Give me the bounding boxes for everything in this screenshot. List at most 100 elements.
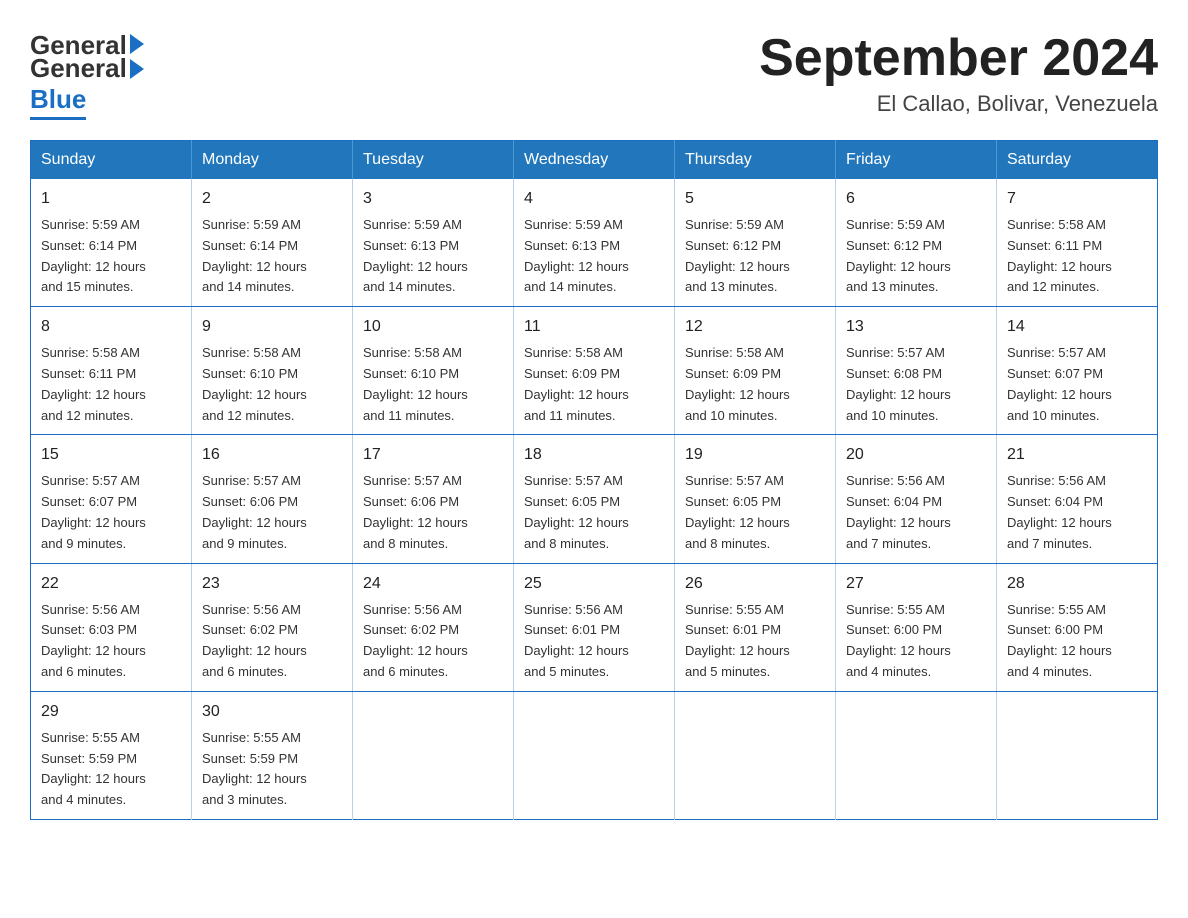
day-info: Sunrise: 5:56 AMSunset: 6:03 PMDaylight:…: [41, 602, 146, 679]
table-row: 21 Sunrise: 5:56 AMSunset: 6:04 PMDaylig…: [997, 435, 1158, 563]
table-row: [353, 691, 514, 819]
table-row: 14 Sunrise: 5:57 AMSunset: 6:07 PMDaylig…: [997, 307, 1158, 435]
day-info: Sunrise: 5:57 AMSunset: 6:06 PMDaylight:…: [202, 473, 307, 550]
table-row: 25 Sunrise: 5:56 AMSunset: 6:01 PMDaylig…: [514, 563, 675, 691]
header-wednesday: Wednesday: [514, 141, 675, 180]
header-saturday: Saturday: [997, 141, 1158, 180]
day-number: 10: [363, 315, 503, 339]
day-number: 3: [363, 187, 503, 211]
table-row: 18 Sunrise: 5:57 AMSunset: 6:05 PMDaylig…: [514, 435, 675, 563]
table-row: 24 Sunrise: 5:56 AMSunset: 6:02 PMDaylig…: [353, 563, 514, 691]
day-number: 24: [363, 572, 503, 596]
table-row: 6 Sunrise: 5:59 AMSunset: 6:12 PMDayligh…: [836, 179, 997, 307]
header-thursday: Thursday: [675, 141, 836, 180]
table-row: 10 Sunrise: 5:58 AMSunset: 6:10 PMDaylig…: [353, 307, 514, 435]
table-row: 30 Sunrise: 5:55 AMSunset: 5:59 PMDaylig…: [192, 691, 353, 819]
calendar-subtitle: El Callao, Bolivar, Venezuela: [759, 91, 1158, 117]
day-number: 9: [202, 315, 342, 339]
table-row: 16 Sunrise: 5:57 AMSunset: 6:06 PMDaylig…: [192, 435, 353, 563]
table-row: 7 Sunrise: 5:58 AMSunset: 6:11 PMDayligh…: [997, 179, 1158, 307]
day-number: 23: [202, 572, 342, 596]
day-number: 7: [1007, 187, 1147, 211]
day-info: Sunrise: 5:56 AMSunset: 6:02 PMDaylight:…: [363, 602, 468, 679]
table-row: 3 Sunrise: 5:59 AMSunset: 6:13 PMDayligh…: [353, 179, 514, 307]
day-info: Sunrise: 5:55 AMSunset: 5:59 PMDaylight:…: [202, 730, 307, 807]
table-row: 22 Sunrise: 5:56 AMSunset: 6:03 PMDaylig…: [31, 563, 192, 691]
day-info: Sunrise: 5:56 AMSunset: 6:02 PMDaylight:…: [202, 602, 307, 679]
table-row: 4 Sunrise: 5:59 AMSunset: 6:13 PMDayligh…: [514, 179, 675, 307]
day-number: 20: [846, 443, 986, 467]
day-number: 28: [1007, 572, 1147, 596]
day-info: Sunrise: 5:57 AMSunset: 6:05 PMDaylight:…: [685, 473, 790, 550]
logo: General General Blue: [30, 30, 144, 120]
day-number: 1: [41, 187, 181, 211]
day-number: 21: [1007, 443, 1147, 467]
day-info: Sunrise: 5:56 AMSunset: 6:01 PMDaylight:…: [524, 602, 629, 679]
day-number: 15: [41, 443, 181, 467]
day-info: Sunrise: 5:55 AMSunset: 6:00 PMDaylight:…: [1007, 602, 1112, 679]
day-info: Sunrise: 5:55 AMSunset: 6:00 PMDaylight:…: [846, 602, 951, 679]
day-info: Sunrise: 5:58 AMSunset: 6:11 PMDaylight:…: [1007, 217, 1112, 294]
calendar-header-row: Sunday Monday Tuesday Wednesday Thursday…: [31, 141, 1158, 180]
table-row: 12 Sunrise: 5:58 AMSunset: 6:09 PMDaylig…: [675, 307, 836, 435]
day-number: 11: [524, 315, 664, 339]
day-number: 8: [41, 315, 181, 339]
table-row: [675, 691, 836, 819]
table-row: [836, 691, 997, 819]
header-monday: Monday: [192, 141, 353, 180]
week-row-3: 15 Sunrise: 5:57 AMSunset: 6:07 PMDaylig…: [31, 435, 1158, 563]
day-info: Sunrise: 5:57 AMSunset: 6:08 PMDaylight:…: [846, 345, 951, 422]
table-row: 19 Sunrise: 5:57 AMSunset: 6:05 PMDaylig…: [675, 435, 836, 563]
day-info: Sunrise: 5:59 AMSunset: 6:12 PMDaylight:…: [685, 217, 790, 294]
day-info: Sunrise: 5:57 AMSunset: 6:05 PMDaylight:…: [524, 473, 629, 550]
calendar-title: September 2024: [759, 30, 1158, 87]
day-number: 13: [846, 315, 986, 339]
day-number: 22: [41, 572, 181, 596]
table-row: 8 Sunrise: 5:58 AMSunset: 6:11 PMDayligh…: [31, 307, 192, 435]
week-row-4: 22 Sunrise: 5:56 AMSunset: 6:03 PMDaylig…: [31, 563, 1158, 691]
day-number: 6: [846, 187, 986, 211]
table-row: 1 Sunrise: 5:59 AMSunset: 6:14 PMDayligh…: [31, 179, 192, 307]
table-row: [997, 691, 1158, 819]
day-info: Sunrise: 5:59 AMSunset: 6:12 PMDaylight:…: [846, 217, 951, 294]
day-info: Sunrise: 5:57 AMSunset: 6:07 PMDaylight:…: [41, 473, 146, 550]
calendar-table: Sunday Monday Tuesday Wednesday Thursday…: [30, 140, 1158, 820]
table-row: 11 Sunrise: 5:58 AMSunset: 6:09 PMDaylig…: [514, 307, 675, 435]
table-row: 13 Sunrise: 5:57 AMSunset: 6:08 PMDaylig…: [836, 307, 997, 435]
table-row: 17 Sunrise: 5:57 AMSunset: 6:06 PMDaylig…: [353, 435, 514, 563]
day-number: 27: [846, 572, 986, 596]
logo-general-line2: General: [30, 53, 127, 84]
day-info: Sunrise: 5:58 AMSunset: 6:10 PMDaylight:…: [202, 345, 307, 422]
table-row: 29 Sunrise: 5:55 AMSunset: 5:59 PMDaylig…: [31, 691, 192, 819]
day-info: Sunrise: 5:59 AMSunset: 6:14 PMDaylight:…: [41, 217, 146, 294]
page-header: General General Blue September 2024 El C…: [30, 30, 1158, 120]
week-row-2: 8 Sunrise: 5:58 AMSunset: 6:11 PMDayligh…: [31, 307, 1158, 435]
logo-triangle-icon: [130, 34, 144, 54]
day-number: 5: [685, 187, 825, 211]
day-info: Sunrise: 5:58 AMSunset: 6:09 PMDaylight:…: [524, 345, 629, 422]
day-info: Sunrise: 5:58 AMSunset: 6:10 PMDaylight:…: [363, 345, 468, 422]
logo-arrow-icon: [130, 59, 144, 79]
day-number: 19: [685, 443, 825, 467]
header-friday: Friday: [836, 141, 997, 180]
day-number: 18: [524, 443, 664, 467]
week-row-5: 29 Sunrise: 5:55 AMSunset: 5:59 PMDaylig…: [31, 691, 1158, 819]
day-info: Sunrise: 5:55 AMSunset: 6:01 PMDaylight:…: [685, 602, 790, 679]
day-number: 2: [202, 187, 342, 211]
day-info: Sunrise: 5:58 AMSunset: 6:11 PMDaylight:…: [41, 345, 146, 422]
day-info: Sunrise: 5:57 AMSunset: 6:07 PMDaylight:…: [1007, 345, 1112, 422]
day-info: Sunrise: 5:59 AMSunset: 6:13 PMDaylight:…: [363, 217, 468, 294]
day-info: Sunrise: 5:55 AMSunset: 5:59 PMDaylight:…: [41, 730, 146, 807]
logo-blue-text: Blue: [30, 84, 86, 120]
table-row: 28 Sunrise: 5:55 AMSunset: 6:00 PMDaylig…: [997, 563, 1158, 691]
day-number: 25: [524, 572, 664, 596]
day-number: 26: [685, 572, 825, 596]
table-row: 26 Sunrise: 5:55 AMSunset: 6:01 PMDaylig…: [675, 563, 836, 691]
day-number: 29: [41, 700, 181, 724]
header-sunday: Sunday: [31, 141, 192, 180]
table-row: 2 Sunrise: 5:59 AMSunset: 6:14 PMDayligh…: [192, 179, 353, 307]
day-info: Sunrise: 5:59 AMSunset: 6:13 PMDaylight:…: [524, 217, 629, 294]
day-info: Sunrise: 5:58 AMSunset: 6:09 PMDaylight:…: [685, 345, 790, 422]
table-row: 9 Sunrise: 5:58 AMSunset: 6:10 PMDayligh…: [192, 307, 353, 435]
table-row: 5 Sunrise: 5:59 AMSunset: 6:12 PMDayligh…: [675, 179, 836, 307]
